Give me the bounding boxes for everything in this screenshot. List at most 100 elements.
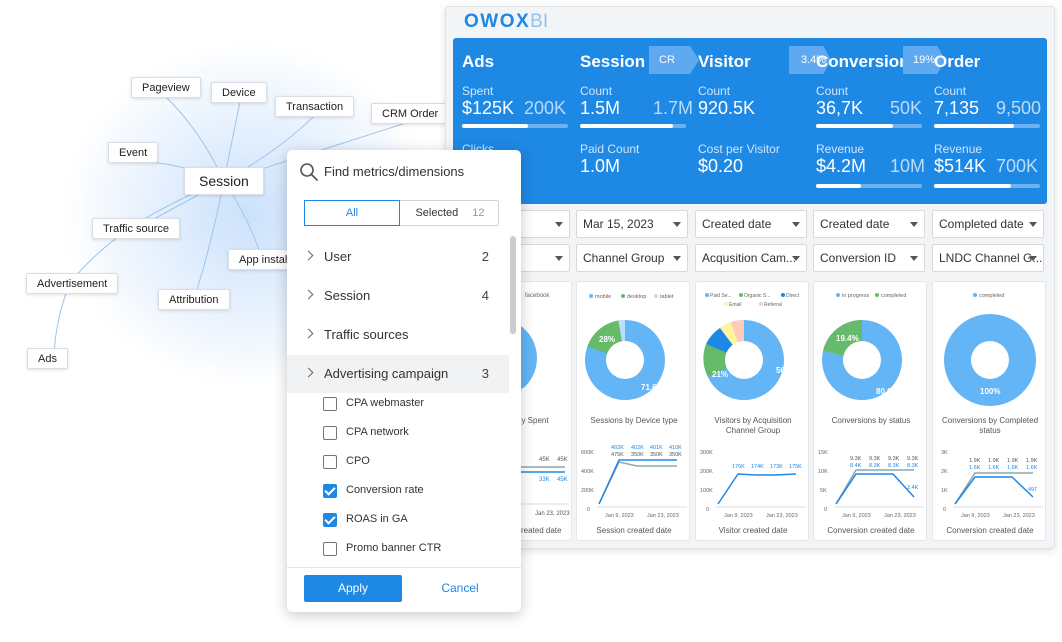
kpi-progress <box>462 124 568 128</box>
node-ads[interactable]: Ads <box>27 348 68 369</box>
checkbox[interactable] <box>323 542 337 556</box>
series-line <box>598 461 677 505</box>
svg-text:Jan 23, 2023: Jan 23, 2023 <box>1003 513 1035 519</box>
chart-title: Conversions by Completed status <box>941 416 1039 435</box>
checkbox[interactable] <box>323 455 337 469</box>
filter-channel-group[interactable]: Channel Group <box>576 244 688 272</box>
svg-text:9.3K: 9.3K <box>850 456 862 462</box>
checkbox[interactable] <box>323 484 337 498</box>
owox-bi-logo: OWOXBI <box>464 11 549 32</box>
svg-text:desktop: desktop <box>627 294 646 300</box>
category-traffic-sources[interactable]: Traffic sources <box>287 316 509 354</box>
svg-text:401K: 401K <box>650 445 663 451</box>
chart-card-device: mobile desktop tablet 28% 71.6% 600K 400… <box>576 281 690 541</box>
node-traffic-source[interactable]: Traffic source <box>92 218 181 239</box>
donut-chart <box>703 319 784 400</box>
data-label: 45K <box>557 457 568 463</box>
chart-card-completed-status: completed 100% 3K 2K 1K 0 1.9K 1.9K 1.9K… <box>932 281 1046 541</box>
tab-selected[interactable]: Selected 12 <box>401 201 499 225</box>
svg-text:8.4K: 8.4K <box>850 463 862 469</box>
filter-date[interactable]: Mar 15, 2023 <box>576 210 688 238</box>
svg-text:400K: 400K <box>581 469 594 475</box>
metrics-picker-panel: Find metrics/dimensions All Selected 12 U… <box>287 150 521 612</box>
pie-label: 19.4% <box>836 334 859 343</box>
svg-text:2.4K: 2.4K <box>907 485 919 491</box>
svg-text:176K: 176K <box>732 464 745 470</box>
chart-card-acquisition: Paid Se... Organic S... Direct Email Ref… <box>695 281 809 541</box>
series-line <box>954 476 1034 505</box>
filter-conversion-id[interactable]: Conversion ID <box>813 244 925 272</box>
svg-text:9.3K: 9.3K <box>907 456 919 462</box>
svg-text:410K: 410K <box>669 445 682 451</box>
category-session[interactable]: Session 4 <box>287 277 509 315</box>
svg-text:Organic S...: Organic S... <box>744 293 770 299</box>
node-advertisement[interactable]: Advertisement <box>26 273 119 294</box>
apply-button[interactable]: Apply <box>304 575 402 602</box>
svg-text:0: 0 <box>587 507 590 513</box>
svg-text:tablet: tablet <box>660 294 674 300</box>
footer-divider <box>287 567 521 568</box>
chart-title: Conversions by status <box>831 416 911 425</box>
filter-completed-date[interactable]: Completed date <box>932 210 1044 238</box>
node-transaction[interactable]: Transaction <box>275 96 355 117</box>
node-device[interactable]: Device <box>211 82 267 103</box>
svg-text:1K: 1K <box>941 488 948 494</box>
category-user[interactable]: User 2 <box>287 238 509 276</box>
kpi-metric-2: Cost per Visitor $0.20 <box>698 142 780 176</box>
filter-tabs: All Selected 12 <box>304 200 499 226</box>
chevron-down-icon <box>910 256 918 261</box>
chart-x-title: Session created date <box>596 526 672 535</box>
checkbox[interactable] <box>323 513 337 527</box>
svg-text:300K: 300K <box>700 450 713 456</box>
svg-text:0: 0 <box>943 507 946 513</box>
svg-text:1.9K: 1.9K <box>988 458 1000 464</box>
kpi-progress-2 <box>934 184 1040 188</box>
svg-text:Jan 9, 2023: Jan 9, 2023 <box>961 513 990 519</box>
tab-all[interactable]: All <box>304 200 400 226</box>
chevron-down-icon <box>555 222 563 227</box>
kpi-value: $125K <box>462 98 515 118</box>
chevron-down-icon <box>792 256 800 261</box>
svg-text:402K: 402K <box>631 445 644 451</box>
search-input[interactable]: Find metrics/dimensions <box>299 162 509 184</box>
kpi-metric: Count 7,135 9,500 <box>934 84 1042 118</box>
category-advertising-campaign[interactable]: Advertising campaign 3 <box>287 355 509 393</box>
node-crm-order[interactable]: CRM Order <box>371 103 450 124</box>
checkbox[interactable] <box>323 426 337 440</box>
kpi-metric-2: Paid Count 1.0M <box>580 142 640 176</box>
svg-text:Referral: Referral <box>764 302 782 308</box>
svg-text:Email: Email <box>729 302 742 308</box>
filter-created-date-2[interactable]: Created date <box>813 210 925 238</box>
filter-lndc-channel[interactable]: LNDC Channel G... <box>932 244 1044 272</box>
cancel-button[interactable]: Cancel <box>432 575 488 602</box>
node-event[interactable]: Event <box>108 142 159 163</box>
svg-text:mobile: mobile <box>595 294 611 300</box>
data-label: 33K <box>539 477 550 483</box>
pie-label: 71.6% <box>641 383 664 392</box>
kpi-title: Session <box>580 52 646 71</box>
svg-text:0: 0 <box>706 507 709 513</box>
svg-text:Paid Se...: Paid Se... <box>710 293 732 299</box>
filter-created-date[interactable]: Created date <box>695 210 807 238</box>
svg-text:15K: 15K <box>818 450 828 456</box>
chevron-right-icon <box>303 328 314 339</box>
x-tick: Jan 23, 2023 <box>535 511 570 517</box>
node-pageview[interactable]: Pageview <box>131 77 201 98</box>
svg-text:0: 0 <box>824 507 827 513</box>
scrollbar[interactable] <box>510 236 516 334</box>
chevron-right-icon <box>303 250 314 261</box>
svg-text:9.3K: 9.3K <box>869 456 881 462</box>
node-session-center[interactable]: Session <box>184 167 264 195</box>
svg-text:Jan 9, 2023: Jan 9, 2023 <box>842 513 871 519</box>
legend-label: facebook <box>525 293 550 299</box>
chevron-right-icon <box>303 289 314 300</box>
svg-text:350K: 350K <box>669 452 682 458</box>
checkbox[interactable] <box>323 397 337 411</box>
chevron-down-icon <box>673 222 681 227</box>
node-attribution[interactable]: Attribution <box>158 289 230 310</box>
filter-acquisition-campaign[interactable]: Acqusition Cam... <box>695 244 807 272</box>
kpi-metric-2: Revenue $514K 700K <box>934 142 1039 176</box>
svg-text:10K: 10K <box>818 469 828 475</box>
svg-text:1.6K: 1.6K <box>1026 465 1038 471</box>
chart-title: Visitors by Acquisition Channel Group <box>714 416 792 435</box>
